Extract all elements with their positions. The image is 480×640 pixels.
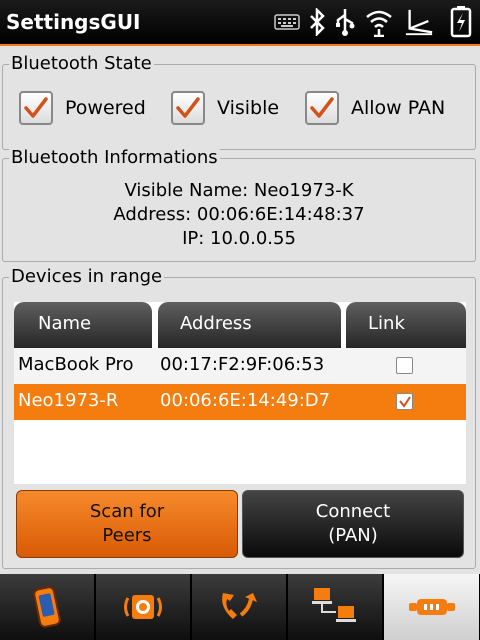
allow-pan-checkbox[interactable]: Allow PAN (305, 91, 445, 125)
device-name: Neo1973-R (18, 390, 119, 411)
checkbox-box[interactable] (305, 91, 339, 125)
powered-checkbox[interactable]: Powered (19, 91, 146, 125)
app-title: SettingsGUI (6, 10, 141, 34)
tab-network[interactable] (288, 574, 383, 640)
scan-for-peers-button[interactable]: Scan for Peers (16, 490, 238, 558)
bluetooth-state-title: Bluetooth State (9, 53, 154, 74)
visible-checkbox[interactable]: Visible (171, 91, 279, 125)
bluetooth-icon (302, 6, 332, 38)
visible-name-text: Visible Name: Neo1973-K (124, 180, 354, 201)
tab-bluetooth[interactable] (384, 574, 480, 640)
device-name: MacBook Pro (18, 354, 134, 375)
table-row[interactable]: MacBook Pro 00:17:F2:9F:06:53 (14, 348, 466, 384)
devices-title: Devices in range (9, 266, 165, 287)
powered-label: Powered (65, 97, 146, 119)
check-icon (310, 97, 334, 118)
allow-pan-label: Allow PAN (351, 97, 446, 119)
device-address: 00:17:F2:9F:06:53 (160, 354, 325, 375)
scan-button-label: Scan for Peers (89, 501, 165, 546)
bluetooth-state-group: Bluetooth State Powered Visible Allow PA… (2, 54, 476, 150)
bluetooth-info-title: Bluetooth Informations (9, 147, 220, 168)
usb-icon (330, 6, 360, 38)
devices-table: Name Address Link MacBook Pro 00:17:F2:9… (14, 302, 466, 484)
gps-icon (404, 6, 434, 38)
speaker-icon (124, 595, 162, 619)
call-forward-icon (222, 593, 257, 619)
link-checkbox[interactable] (396, 393, 413, 410)
tab-bar (0, 574, 480, 640)
keyboard-icon[interactable] (272, 6, 302, 38)
ip-text: IP: 10.0.0.55 (182, 228, 296, 249)
checkbox-box[interactable] (171, 91, 205, 125)
check-icon (398, 396, 411, 408)
tab-calls[interactable] (192, 574, 287, 640)
connect-button-label: Connect (PAN) (315, 501, 391, 546)
network-icon (312, 588, 356, 622)
checkbox-box[interactable] (19, 91, 53, 125)
battery-charging-icon (446, 6, 476, 38)
tab-device[interactable] (0, 574, 95, 640)
column-header-name[interactable]: Name (14, 302, 152, 348)
title-bar: SettingsGUI (0, 0, 480, 46)
column-header-link[interactable]: Link (346, 302, 466, 348)
phone-device-icon (33, 586, 61, 628)
tab-audio[interactable] (96, 574, 191, 640)
address-text: Address: 00:06:6E:14:48:37 (113, 204, 365, 225)
check-icon (24, 97, 48, 118)
link-checkbox[interactable] (396, 357, 413, 374)
bluetooth-info-group: Bluetooth Informations Visible Name: Neo… (2, 148, 476, 262)
column-header-address[interactable]: Address (158, 302, 341, 348)
device-address: 00:06:6E:14:49:D7 (160, 390, 331, 411)
table-header: Name Address Link (14, 302, 466, 348)
check-icon (176, 97, 200, 118)
wifi-icon (364, 6, 394, 38)
connect-pan-button[interactable]: Connect (PAN) (242, 490, 464, 558)
table-row[interactable]: Neo1973-R 00:06:6E:14:49:D7 (14, 384, 466, 420)
visible-label: Visible (217, 97, 280, 119)
connector-icon (408, 599, 455, 615)
